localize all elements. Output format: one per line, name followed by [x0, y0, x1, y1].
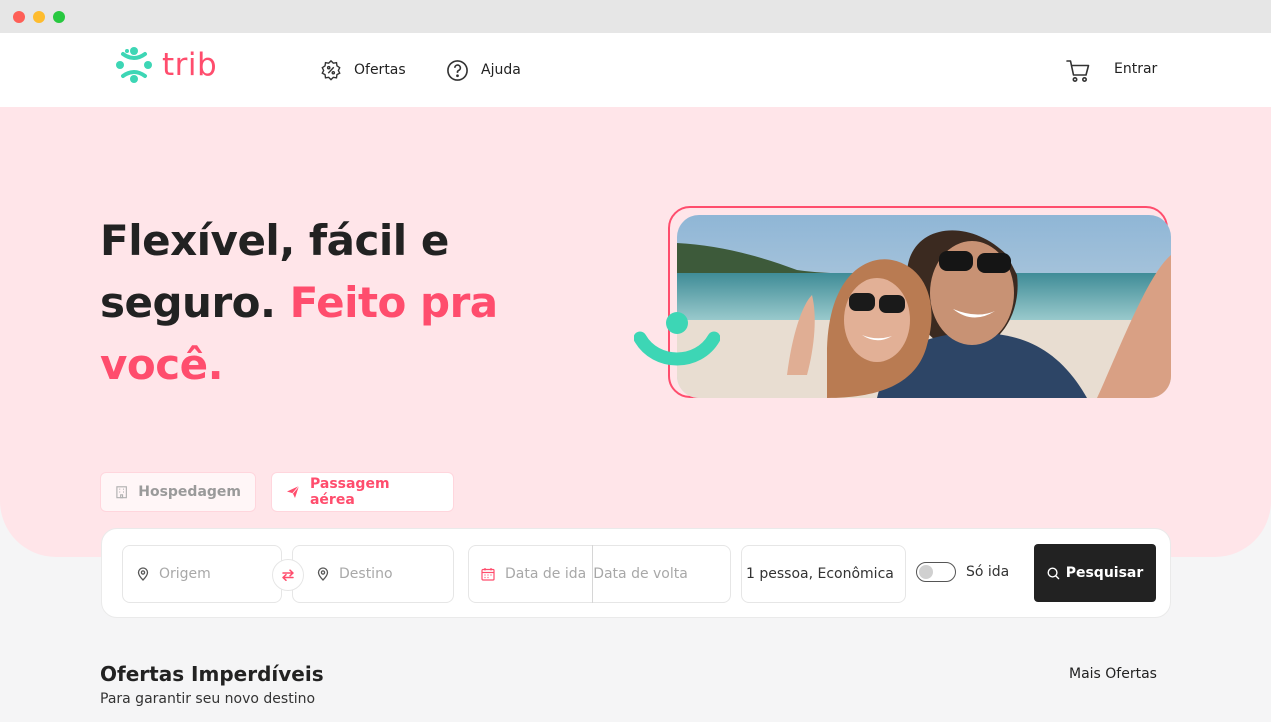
calendar-icon — [481, 568, 495, 581]
logo-text: trib — [162, 47, 218, 83]
offers-section-subtitle: Para garantir seu novo destino — [100, 691, 316, 707]
logo[interactable]: trib — [114, 45, 217, 85]
browser-window: trib Ofertas Ajuda Entrar Flexível, fáci… — [0, 0, 1271, 722]
departure-date-field[interactable]: Data de ida — [481, 566, 586, 582]
building-icon — [116, 486, 127, 499]
location-pin-icon — [137, 567, 149, 581]
brand-smile-icon — [634, 312, 720, 366]
top-navigation: trib Ofertas Ajuda Entrar — [0, 33, 1271, 107]
tab-passagem-aerea-label: Passagem aérea — [309, 476, 390, 508]
hero-photo — [677, 215, 1171, 398]
dates-field: Data de ida Data de volta — [468, 545, 731, 603]
search-icon — [1047, 567, 1060, 579]
discount-badge-icon — [321, 59, 341, 81]
destination-placeholder: Destino — [339, 566, 393, 582]
origin-field[interactable]: Origem — [122, 545, 282, 603]
flight-search-form: Origem Destino Data de ida Data de volta… — [101, 528, 1171, 618]
swap-origin-destination-button[interactable] — [272, 559, 304, 591]
couple-selfie-beach-image — [677, 215, 1171, 398]
origin-placeholder: Origem — [159, 566, 211, 582]
shopping-cart-icon[interactable] — [1065, 58, 1091, 84]
one-way-label: Só ida — [966, 564, 1010, 580]
hero-section: Flexível, fácil e seguro. Feito pra você… — [0, 107, 1271, 557]
location-pin-icon — [317, 567, 329, 581]
tab-passagem-aerea[interactable]: Passagem aérea — [271, 472, 454, 512]
close-window-button[interactable] — [13, 11, 25, 23]
nav-offers-link[interactable]: Ofertas — [320, 55, 406, 85]
swap-arrows-icon — [282, 569, 294, 581]
passengers-class-field[interactable]: 1 pessoa, Econômica — [741, 545, 906, 603]
search-button[interactable]: Pesquisar — [1034, 544, 1156, 602]
paper-plane-icon — [286, 485, 300, 498]
departure-placeholder: Data de ida — [505, 566, 587, 582]
tab-hospedagem[interactable]: Hospedagem — [100, 472, 256, 512]
nav-help-link[interactable]: Ajuda — [446, 55, 521, 85]
offers-section-title: Ofertas Imperdíveis — [100, 662, 324, 686]
tab-hospedagem-label: Hospedagem — [138, 484, 241, 500]
trib-logo-icon — [116, 47, 152, 83]
nav-offers-label: Ofertas — [354, 62, 406, 78]
hero-headline: Flexível, fácil e seguro. Feito pra você… — [100, 210, 560, 396]
return-date-field[interactable]: Data de volta — [593, 566, 688, 582]
toggle-knob — [919, 565, 933, 579]
passengers-value: 1 pessoa, Econômica — [746, 566, 894, 582]
minimize-window-button[interactable] — [33, 11, 45, 23]
search-button-label: Pesquisar — [1065, 565, 1144, 581]
question-circle-icon — [447, 59, 468, 81]
maximize-window-button[interactable] — [53, 11, 65, 23]
window-titlebar — [0, 0, 1271, 33]
nav-help-label: Ajuda — [481, 62, 521, 78]
login-link[interactable]: Entrar — [1114, 61, 1157, 77]
destination-field[interactable]: Destino — [292, 545, 454, 603]
more-offers-link[interactable]: Mais Ofertas — [1069, 666, 1157, 682]
one-way-toggle[interactable] — [916, 562, 956, 582]
